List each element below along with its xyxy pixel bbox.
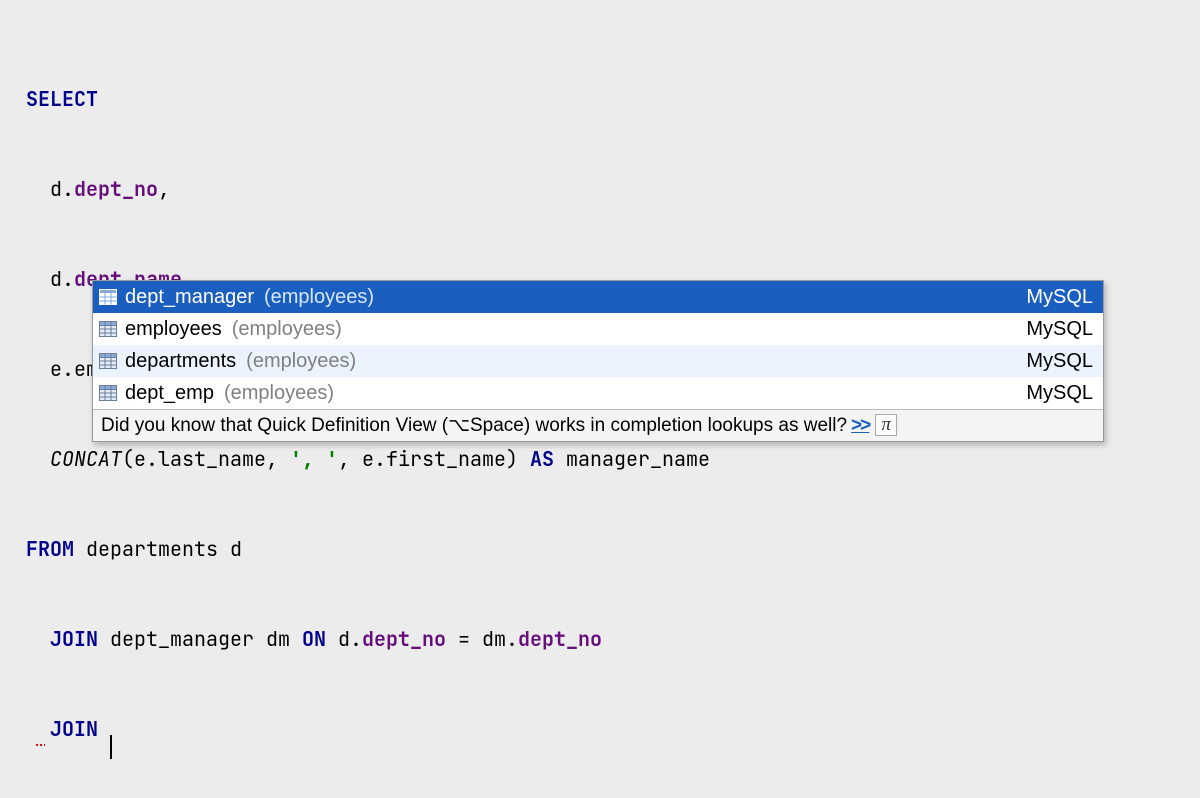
function-concat: CONCAT xyxy=(50,446,122,472)
hint-text: ) works in completion lookups as well? xyxy=(524,416,847,435)
completion-item-name: dept_manager xyxy=(125,287,254,307)
completion-item[interactable]: employees (employees) MySQL xyxy=(93,313,1103,345)
hint-text: Did you know that Quick Definition View … xyxy=(101,416,448,435)
hint-shortcut: ⌥Space xyxy=(448,416,524,435)
completion-popup: dept_manager (employees) MySQL employees (e… xyxy=(92,280,1104,442)
completion-item-name: departments xyxy=(125,351,236,371)
code-line: SELECT xyxy=(26,84,1174,114)
code-line: d.dept_no, xyxy=(26,174,1174,204)
column-dept-no: dept_no xyxy=(362,626,446,652)
code-line: FROM departments d xyxy=(26,534,1174,564)
completion-item-source: MySQL xyxy=(1026,383,1093,403)
code-line: JOIN dept_manager dm ON d.dept_no = dm.d… xyxy=(26,624,1174,654)
completion-item[interactable]: dept_emp (employees) MySQL xyxy=(93,377,1103,409)
completion-item-source: MySQL xyxy=(1026,351,1093,371)
code-line: JOIN xyxy=(26,714,1174,744)
table-icon xyxy=(99,385,117,401)
column-dept-no: dept_no xyxy=(74,176,158,202)
completion-item-context: (employees) xyxy=(264,287,374,307)
completion-item-name: dept_emp xyxy=(125,383,214,403)
completion-item[interactable]: departments (employees) MySQL xyxy=(93,345,1103,377)
table-icon xyxy=(99,321,117,337)
completion-item-source: MySQL xyxy=(1026,319,1093,339)
completion-item-context: (employees) xyxy=(232,319,342,339)
keyword-as: AS xyxy=(530,446,554,472)
hint-next-link[interactable]: >> xyxy=(851,416,869,435)
completion-item-source: MySQL xyxy=(1026,287,1093,307)
completion-item-name: employees xyxy=(125,319,222,339)
error-underline xyxy=(35,743,45,747)
completion-item-context: (employees) xyxy=(246,351,356,371)
keyword-select: SELECT xyxy=(26,86,98,112)
keyword-join: JOIN xyxy=(50,626,98,652)
pi-icon[interactable]: π xyxy=(875,414,897,436)
table-icon xyxy=(99,289,117,305)
keyword-from: FROM xyxy=(26,536,74,562)
code-line: CONCAT(e.last_name, ', ', e.first_name) … xyxy=(26,444,1174,474)
keyword-join: JOIN xyxy=(50,716,98,742)
column-dept-no: dept_no xyxy=(518,626,602,652)
table-icon xyxy=(99,353,117,369)
completion-item[interactable]: dept_manager (employees) MySQL xyxy=(93,281,1103,313)
completion-item-context: (employees) xyxy=(224,383,334,403)
completion-hint: Did you know that Quick Definition View … xyxy=(93,409,1103,441)
string-literal: ', ' xyxy=(290,446,338,472)
keyword-on: ON xyxy=(302,626,326,652)
